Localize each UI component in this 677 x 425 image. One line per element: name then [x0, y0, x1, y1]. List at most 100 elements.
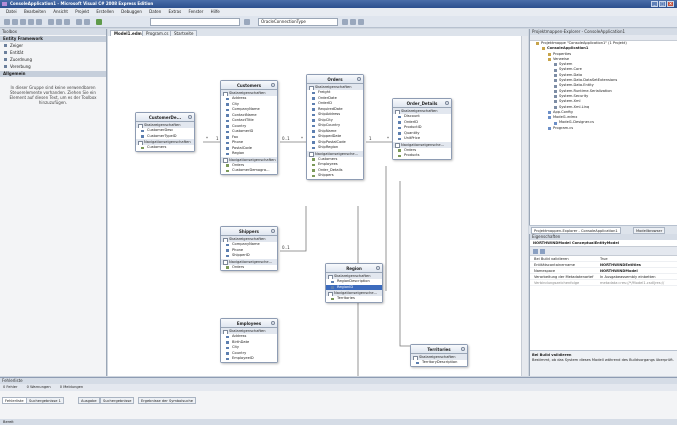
- collapse-icon[interactable]: [271, 321, 275, 325]
- menu-bearbeiten[interactable]: Bearbeiten: [24, 9, 46, 14]
- navigation-icon: [312, 169, 315, 172]
- navigation-icon: [312, 158, 315, 161]
- properties-object-selector[interactable]: NORTHWINDModel ConceptualEntityModel: [530, 240, 677, 247]
- entity-title: Orders: [307, 75, 363, 84]
- entity-order-details[interactable]: Order_Details Skalareigenschaften Discou…: [392, 98, 452, 160]
- collapse-icon[interactable]: [271, 229, 275, 233]
- properties-icon[interactable]: [350, 19, 356, 25]
- categorized-icon[interactable]: [533, 249, 538, 254]
- close-button[interactable]: ×: [667, 1, 674, 7]
- configuration-combo[interactable]: [150, 18, 240, 26]
- collapse-icon[interactable]: [357, 77, 361, 81]
- navigation-row[interactable]: Products: [393, 153, 451, 159]
- alphabetical-icon[interactable]: [540, 249, 545, 254]
- entity-customers[interactable]: Customers Skalareigenschaften Address Ci…: [220, 80, 278, 175]
- collapse-icon[interactable]: [445, 101, 449, 105]
- property-label: OrderID: [404, 119, 419, 124]
- entity-employees[interactable]: Employees Skalareigenschaften Address Bi…: [220, 318, 278, 363]
- entity-region[interactable]: Region Skalareigenschaften RegionDescrip…: [325, 263, 383, 303]
- find-icon[interactable]: [244, 19, 250, 25]
- entity-customerdemographics[interactable]: CustomerDe... Skalareigenschaften Custom…: [135, 112, 195, 152]
- property-label: ProductID: [404, 125, 422, 129]
- solution-tree-label: System.Data: [559, 72, 583, 77]
- property-icon: [226, 136, 229, 139]
- save-all-icon[interactable]: [36, 19, 42, 25]
- canvas-vertical-scrollbar[interactable]: [521, 36, 528, 376]
- property-label: PostalCode: [232, 145, 252, 150]
- property-value[interactable]: metadata=res://*/Model1.csdl|res://: [600, 280, 676, 286]
- navigation-row[interactable]: Territories: [326, 296, 382, 302]
- menu-datei[interactable]: Datei: [6, 9, 17, 14]
- entity-designer-canvas[interactable]: * 1 0..1 * 0..1 1 * CustomerDe... Skalar…: [108, 36, 528, 376]
- menu-debuggen[interactable]: Debuggen: [121, 9, 142, 14]
- tab-model-browser[interactable]: Modellbrowser: [633, 227, 666, 234]
- collapse-icon[interactable]: [376, 266, 380, 270]
- title-bar: ConsoleApplication1 - Microsoft Visual C…: [0, 0, 677, 8]
- menu-daten[interactable]: Daten: [149, 9, 161, 14]
- toolbox-icon[interactable]: [358, 19, 364, 25]
- toolbox-item-inheritance[interactable]: Vererbung: [0, 63, 106, 70]
- property-grid-row[interactable]: Verbindungszeichenfolge metadata=res://*/…: [530, 280, 677, 286]
- menu-projekt[interactable]: Projekt: [75, 9, 89, 14]
- add-item-icon[interactable]: [12, 19, 18, 25]
- solution-explorer-icon[interactable]: [342, 19, 348, 25]
- minimize-button[interactable]: _: [651, 1, 658, 7]
- solution-panel-tabs: Projektmappen-Explorer - ConsoleApplicat…: [529, 225, 677, 234]
- menu-extras[interactable]: Extras: [169, 9, 182, 14]
- messages-filter-button[interactable]: 0 Meldungen: [60, 385, 83, 389]
- app-icon: [2, 2, 7, 6]
- reference-icon: [554, 84, 557, 88]
- undo-icon[interactable]: [76, 19, 82, 25]
- collapse-icon[interactable]: [188, 115, 192, 119]
- property-row[interactable]: TerritoryDescription: [411, 360, 467, 366]
- collapse-icon[interactable]: [271, 83, 275, 87]
- solution-tree-item[interactable]: Program.cs: [530, 126, 677, 131]
- property-row[interactable]: EmployeeID: [221, 356, 277, 362]
- property-icon: [312, 108, 315, 111]
- collapse-icon[interactable]: [461, 347, 465, 351]
- maximize-button[interactable]: □: [659, 1, 666, 7]
- entity-title: Region: [326, 264, 382, 273]
- navigation-row[interactable]: CustomerDemogra...: [221, 168, 277, 174]
- navigation-row[interactable]: Orders: [221, 264, 277, 270]
- paste-icon[interactable]: [64, 19, 70, 25]
- start-debugging-icon[interactable]: [96, 19, 102, 25]
- property-icon: [226, 341, 229, 344]
- menu-ansicht[interactable]: Ansicht: [53, 9, 68, 14]
- tab-output[interactable]: Ausgabe: [78, 397, 100, 404]
- menu-fenster[interactable]: Fenster: [188, 9, 203, 14]
- navigation-row[interactable]: Customers: [136, 145, 194, 151]
- errors-filter-button[interactable]: 0 Fehler: [3, 385, 17, 389]
- toolbox-item-entity[interactable]: Entität: [0, 49, 106, 56]
- toolbox-title: Toolbox: [0, 29, 106, 35]
- warnings-filter-button[interactable]: 0 Warnungen: [27, 385, 51, 389]
- tab-solution-explorer[interactable]: Projektmappen-Explorer - ConsoleApplicat…: [531, 227, 621, 234]
- toolbox-item-pointer[interactable]: Zeiger: [0, 42, 106, 49]
- entity-orders[interactable]: Orders Skalareigenschaften Freight Order…: [306, 74, 364, 180]
- new-project-icon[interactable]: [4, 19, 10, 25]
- tab-symbol-results[interactable]: Ergebnisse der Symbolsuche: [138, 397, 196, 404]
- property-label: Phone: [232, 247, 244, 252]
- menu-hilfe[interactable]: Hilfe: [211, 9, 220, 14]
- navigation-row[interactable]: Shippers: [307, 173, 363, 179]
- property-icon: [398, 132, 401, 135]
- find-combo[interactable]: OracleConnectionType: [258, 18, 338, 26]
- cut-icon[interactable]: [48, 19, 54, 25]
- redo-icon[interactable]: [84, 19, 90, 25]
- project-icon: [542, 47, 545, 51]
- toolbox-item-association[interactable]: Zuordnung: [0, 56, 106, 63]
- entity-title: CustomerDe...: [136, 113, 194, 122]
- navigation-icon: [226, 169, 229, 172]
- tab-error-list[interactable]: Fehlerliste: [2, 397, 27, 404]
- toolbox-item-label: Zuordnung: [10, 57, 32, 62]
- tab-find-results[interactable]: Suchergebnisse: [100, 397, 135, 404]
- menu-erstellen[interactable]: Erstellen: [96, 9, 114, 14]
- entity-territories[interactable]: Territories Skalareigenschaften Territor…: [410, 344, 468, 367]
- entity-shippers[interactable]: Shippers Skalareigenschaften CompanyName…: [220, 226, 278, 271]
- copy-icon[interactable]: [56, 19, 62, 25]
- open-file-icon[interactable]: [20, 19, 26, 25]
- property-name: Verbindungszeichenfolge: [534, 281, 580, 285]
- property-label: ShipAddress: [318, 112, 341, 116]
- save-icon[interactable]: [28, 19, 34, 25]
- tab-find-results-1[interactable]: Suchergebnisse 1: [26, 397, 64, 404]
